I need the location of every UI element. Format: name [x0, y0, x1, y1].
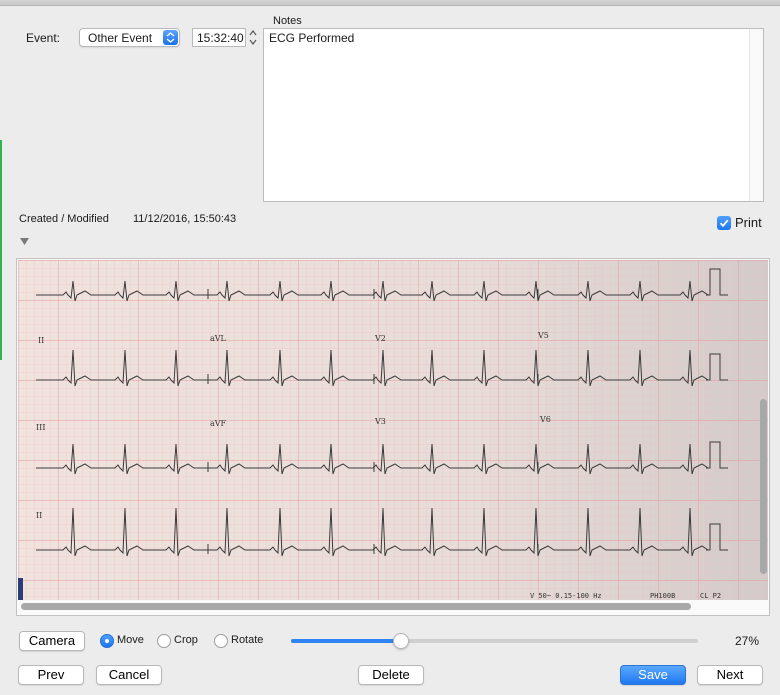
camera-button[interactable]: Camera	[19, 631, 85, 651]
ecg-lead-label: aVL	[210, 334, 227, 343]
ecg-strip-image: II aVL V2 V5 III aVF V3 V6 II V 50~ 0.15-100 Hz P…	[18, 260, 768, 600]
event-type-select[interactable]: Other Event	[79, 28, 180, 47]
notes-label: Notes	[273, 15, 302, 27]
mode-move-label: Move	[117, 634, 144, 646]
mode-move-radio[interactable]	[100, 634, 114, 648]
stepper-arrows-icon	[249, 30, 257, 45]
ecg-lead-label: V5	[537, 331, 549, 340]
select-arrows-icon	[163, 30, 178, 45]
print-label: Print	[735, 215, 762, 230]
ecg-lead-label: V6	[539, 415, 551, 424]
time-stepper[interactable]	[248, 28, 258, 47]
zoom-percentage: 27%	[735, 634, 760, 648]
created-modified-label: Created / Modified	[19, 213, 109, 225]
zoom-slider-thumb[interactable]	[392, 633, 409, 649]
notes-scrollbar[interactable]	[749, 29, 763, 201]
zoom-slider[interactable]	[291, 633, 698, 649]
ecg-lead-label: aVF	[210, 419, 227, 428]
image-horizontal-scrollbar[interactable]	[21, 603, 691, 610]
window-titlebar[interactable]	[0, 0, 780, 6]
save-button[interactable]: Save	[620, 665, 686, 685]
image-vertical-scrollbar[interactable]	[760, 399, 767, 574]
ecg-lead-label: V3	[374, 417, 386, 426]
zoom-slider-fill	[291, 639, 401, 643]
ecg-footer-text: CL P2	[700, 592, 721, 600]
mode-crop-radio[interactable]	[157, 634, 171, 648]
next-button[interactable]: Next	[697, 665, 763, 685]
mode-crop[interactable]: Crop	[157, 633, 212, 649]
left-edge-strip	[0, 140, 2, 360]
event-time-field[interactable]: 15:32:40	[192, 28, 246, 47]
checkmark-icon	[719, 219, 729, 228]
event-type-value: Other Event	[88, 31, 153, 45]
ecg-image-view[interactable]: II aVL V2 V5 III aVF V3 V6 II V 50~ 0.15-100 Hz P…	[16, 258, 770, 616]
event-label: Event:	[26, 31, 61, 45]
ecg-footer-text: V 50~ 0.15-100 Hz	[530, 592, 602, 600]
mode-rotate-radio[interactable]	[214, 634, 228, 648]
disclosure-triangle-icon[interactable]	[20, 235, 29, 249]
event-time-value: 15:32:40	[197, 31, 244, 45]
cancel-button[interactable]: Cancel	[96, 665, 162, 685]
ecg-lead-label: V2	[374, 334, 386, 343]
mode-move[interactable]: Move	[100, 633, 160, 649]
ecg-lead-label: II	[36, 511, 42, 520]
print-checkbox[interactable]	[717, 216, 731, 230]
ecg-footer-text: PH100B	[650, 592, 675, 600]
delete-button[interactable]: Delete	[358, 665, 424, 685]
notes-text: ECG Performed	[269, 31, 355, 45]
ecg-lead-label: III	[36, 423, 45, 432]
ecg-photo[interactable]: II aVL V2 V5 III aVF V3 V6 II V 50~ 0.15-100 Hz P…	[18, 260, 768, 600]
created-modified-value: 11/12/2016, 15:50:43	[133, 213, 237, 225]
prev-button[interactable]: Prev	[18, 665, 84, 685]
mode-rotate-label: Rotate	[231, 634, 264, 646]
mode-rotate[interactable]: Rotate	[214, 633, 274, 649]
mode-crop-label: Crop	[174, 634, 198, 646]
ecg-lead-label: II	[38, 336, 44, 345]
notes-textarea[interactable]: ECG Performed	[263, 28, 764, 202]
